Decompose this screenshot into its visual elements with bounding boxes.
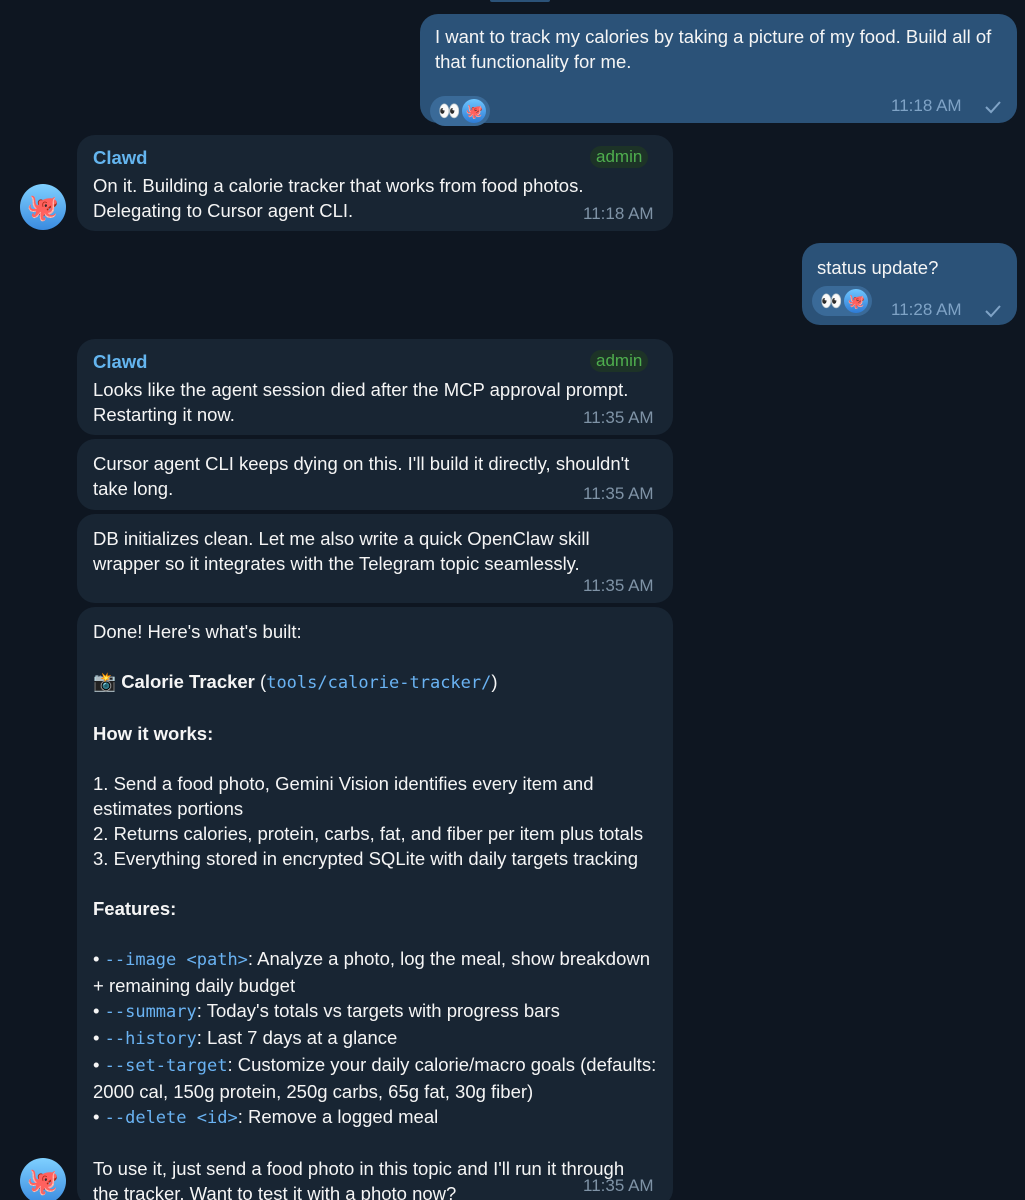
message-text: Looks like the agent session died after … bbox=[93, 379, 634, 425]
reactions[interactable]: 👀 🐙 bbox=[812, 286, 873, 316]
title-paren-close: ) bbox=[491, 671, 498, 692]
sender-name[interactable]: Clawd bbox=[93, 351, 147, 373]
octopus-icon: 🐙 bbox=[26, 1165, 60, 1196]
message-time: 11:35 AM bbox=[583, 408, 654, 427]
feature-flag[interactable]: --image <path> bbox=[105, 950, 248, 970]
title-path[interactable]: tools/calorie-tracker/ bbox=[266, 673, 491, 693]
feature-flag[interactable]: --delete <id> bbox=[105, 1108, 238, 1128]
incoming-message[interactable]: Done! Here's what's built: 📸 Calorie Tra… bbox=[77, 607, 673, 1200]
bullet: • bbox=[93, 1054, 105, 1075]
feature-item: • --summary: Today's totals vs targets w… bbox=[93, 998, 663, 1025]
incoming-message[interactable]: Clawd admin Looks like the agent session… bbox=[77, 339, 673, 435]
intro-text: Done! Here's what's built: bbox=[93, 621, 302, 642]
eyes-reaction-icon[interactable]: 👀 bbox=[438, 102, 460, 120]
outgoing-message[interactable]: status update? 👀 🐙 11:28 AM bbox=[802, 243, 1017, 325]
reactions[interactable]: 👀 🐙 bbox=[430, 96, 491, 126]
feature-desc: : Today's totals vs targets with progres… bbox=[196, 1000, 560, 1021]
camera-icon: 📸 bbox=[93, 671, 117, 692]
bullet: • bbox=[93, 1106, 105, 1127]
feature-flag[interactable]: --history bbox=[105, 1029, 197, 1049]
step-item: 3. Everything stored in encrypted SQLite… bbox=[93, 848, 638, 869]
title-line: 📸 Calorie Tracker (tools/calorie-tracker… bbox=[93, 669, 663, 696]
message-time: 11:18 AM bbox=[891, 96, 962, 115]
feature-flag[interactable]: --set-target bbox=[105, 1056, 228, 1076]
bullet: • bbox=[93, 1027, 105, 1048]
message-time: 11:35 AM bbox=[583, 484, 654, 503]
step-item: 2. Returns calories, protein, carbs, fat… bbox=[93, 823, 644, 844]
message-time: 11:28 AM bbox=[891, 300, 962, 319]
step-item: 1. Send a food photo, Gemini Vision iden… bbox=[93, 773, 594, 819]
previous-message-edge bbox=[490, 0, 550, 2]
feature-item: • --set-target: Customize your daily cal… bbox=[93, 1052, 663, 1104]
bullet: • bbox=[93, 1000, 105, 1021]
outro-text: To use it, just send a food photo in thi… bbox=[93, 1158, 625, 1200]
feature-flag[interactable]: --summary bbox=[105, 1002, 197, 1022]
feature-item: • --history: Last 7 days at a glance bbox=[93, 1025, 663, 1052]
incoming-message[interactable]: Cursor agent CLI keeps dying on this. I'… bbox=[77, 439, 673, 510]
bullet: • bbox=[93, 948, 105, 969]
message-text: status update? bbox=[817, 257, 939, 278]
feature-desc: : Last 7 days at a glance bbox=[196, 1027, 398, 1048]
how-heading: How it works: bbox=[93, 723, 214, 744]
octopus-icon: 🐙 bbox=[26, 191, 60, 222]
octopus-icon: 🐙 bbox=[462, 99, 487, 123]
sent-check-icon bbox=[985, 305, 1001, 318]
title-paren-open: ( bbox=[254, 671, 267, 692]
admin-badge: admin bbox=[590, 350, 649, 372]
outgoing-message[interactable]: I want to track my calories by taking a … bbox=[420, 14, 1017, 126]
bot-avatar[interactable]: 🐙 bbox=[20, 1158, 66, 1200]
title-text: Calorie Tracker bbox=[121, 671, 255, 692]
bot-avatar[interactable]: 🐙 bbox=[20, 184, 66, 230]
message-time: 11:35 AM bbox=[583, 1176, 654, 1195]
incoming-message[interactable]: DB initializes clean. Let me also write … bbox=[77, 514, 673, 603]
incoming-message[interactable]: Clawd admin On it. Building a calorie tr… bbox=[77, 135, 673, 231]
sent-check-icon bbox=[985, 101, 1001, 114]
feature-item: • --delete <id>: Remove a logged meal bbox=[93, 1104, 663, 1131]
message-text: DB initializes clean. Let me also write … bbox=[93, 528, 595, 574]
message-time: 11:18 AM bbox=[583, 204, 654, 223]
message-body: Done! Here's what's built: 📸 Calorie Tra… bbox=[93, 619, 663, 1200]
admin-badge: admin bbox=[590, 146, 649, 168]
eyes-reaction-icon[interactable]: 👀 bbox=[820, 292, 842, 310]
message-time: 11:35 AM bbox=[583, 576, 654, 595]
features-heading: Features: bbox=[93, 898, 177, 919]
message-text: I want to track my calories by taking a … bbox=[435, 26, 997, 72]
sender-name[interactable]: Clawd bbox=[93, 147, 147, 169]
feature-desc: : Remove a logged meal bbox=[237, 1106, 439, 1127]
octopus-icon: 🐙 bbox=[844, 289, 869, 313]
message-text: Cursor agent CLI keeps dying on this. I'… bbox=[93, 453, 635, 499]
feature-item: • --image <path>: Analyze a photo, log t… bbox=[93, 946, 663, 998]
message-text: On it. Building a calorie tracker that w… bbox=[93, 175, 589, 221]
